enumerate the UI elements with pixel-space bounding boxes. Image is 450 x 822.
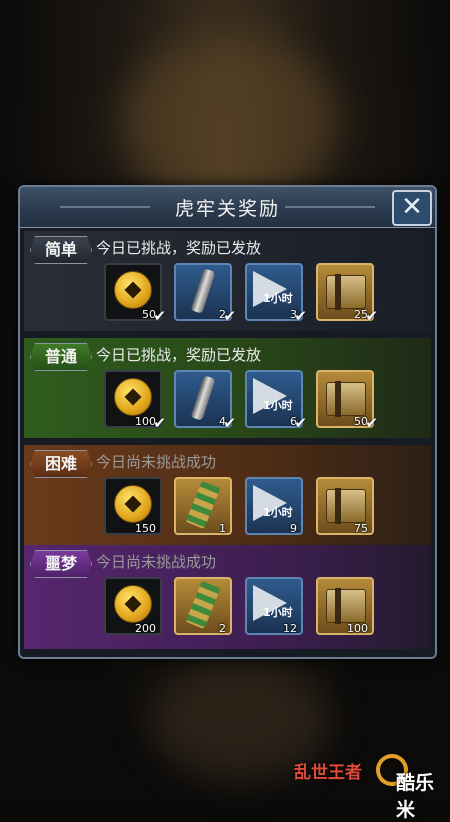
reward-item-coin[interactable]: 50 ✔ bbox=[104, 263, 166, 325]
reward-status: 今日已挑战，奖励已发放 bbox=[96, 239, 262, 257]
treasure-chest-icon bbox=[326, 274, 366, 310]
claimed-check-icon: ✔ bbox=[153, 414, 166, 432]
reward-item-chest[interactable]: 100 bbox=[316, 577, 374, 635]
item-count: 12 bbox=[283, 622, 297, 635]
reward-item-coin[interactable]: 100 ✔ bbox=[104, 370, 166, 432]
gold-coin-icon bbox=[114, 378, 152, 416]
claimed-check-icon: ✔ bbox=[223, 307, 236, 325]
reward-item-speedup[interactable]: 1小时 9 bbox=[245, 477, 303, 535]
gold-coin-icon bbox=[114, 485, 152, 523]
reward-item-chest[interactable]: 75 bbox=[316, 477, 374, 535]
item-count: 200 bbox=[135, 622, 156, 635]
dialog-title: 虎牢关奖励 bbox=[174, 198, 280, 220]
gold-coin-icon bbox=[114, 585, 152, 623]
reward-item-coin[interactable]: 150 bbox=[104, 477, 162, 535]
reward-item-speedup[interactable]: 1小时 6 ✔ bbox=[245, 370, 307, 432]
claimed-check-icon: ✔ bbox=[365, 414, 378, 432]
site-name: 酷乐米 bbox=[396, 772, 435, 821]
dialog-title-bar: 虎牢关奖励 ✕ bbox=[20, 187, 435, 228]
reward-status: 今日已挑战，奖励已发放 bbox=[96, 346, 262, 364]
reward-dialog: 虎牢关奖励 ✕ 简单 今日已挑战，奖励已发放 50 ✔ 2 ✔ 1小时 3 ✔ bbox=[18, 185, 437, 659]
speedup-duration: 1小时 bbox=[263, 292, 293, 305]
difficulty-section-normal: 普通 今日已挑战，奖励已发放 100 ✔ 4 ✔ 1小时 6 ✔ 50 ✔ bbox=[24, 338, 431, 438]
difficulty-section-hard: 困难 今日尚未挑战成功 150 1 1小时 9 75 bbox=[24, 445, 431, 545]
watermark: 乱世王者 酷乐米 bbox=[294, 752, 444, 821]
gold-scroll-icon bbox=[185, 480, 221, 530]
reward-item-gold-scroll[interactable]: 1 bbox=[174, 477, 232, 535]
background-blur bbox=[120, 40, 340, 200]
reward-items: 200 2 1小时 12 100 bbox=[104, 577, 434, 637]
claimed-check-icon: ✔ bbox=[365, 307, 378, 325]
reward-items: 50 ✔ 2 ✔ 1小时 3 ✔ 25 ✔ bbox=[104, 263, 434, 325]
treasure-chest-icon bbox=[326, 488, 366, 524]
reward-status: 今日尚未挑战成功 bbox=[96, 453, 217, 471]
gold-coin-icon bbox=[114, 271, 152, 309]
reward-item-scroll[interactable]: 2 ✔ bbox=[174, 263, 236, 325]
item-count: 2 bbox=[219, 622, 226, 635]
claimed-check-icon: ✔ bbox=[153, 307, 166, 325]
speedup-duration: 1小时 bbox=[263, 399, 293, 412]
item-count: 100 bbox=[347, 622, 368, 635]
scroll-icon bbox=[190, 268, 216, 314]
treasure-chest-icon bbox=[326, 588, 366, 624]
difficulty-section-easy: 简单 今日已挑战，奖励已发放 50 ✔ 2 ✔ 1小时 3 ✔ 25 ✔ bbox=[24, 231, 431, 331]
reward-items: 100 ✔ 4 ✔ 1小时 6 ✔ 50 ✔ bbox=[104, 370, 434, 432]
reward-item-gold-scroll[interactable]: 2 bbox=[174, 577, 232, 635]
speedup-duration: 1小时 bbox=[263, 506, 293, 519]
claimed-check-icon: ✔ bbox=[223, 414, 236, 432]
speedup-duration: 1小时 bbox=[263, 606, 293, 619]
scroll-icon bbox=[190, 375, 216, 421]
reward-status: 今日尚未挑战成功 bbox=[96, 553, 217, 571]
game-logo: 乱世王者 bbox=[294, 763, 362, 783]
reward-item-chest[interactable]: 25 ✔ bbox=[316, 263, 378, 325]
close-button[interactable]: ✕ bbox=[392, 190, 432, 226]
reward-items: 150 1 1小时 9 75 bbox=[104, 477, 434, 537]
difficulty-section-nightmare: 噩梦 今日尚未挑战成功 200 2 1小时 12 100 bbox=[24, 545, 431, 649]
reward-item-scroll[interactable]: 4 ✔ bbox=[174, 370, 236, 432]
item-count: 150 bbox=[135, 522, 156, 535]
item-count: 75 bbox=[354, 522, 368, 535]
item-count: 1 bbox=[219, 522, 226, 535]
difficulty-badge: 简单 bbox=[30, 236, 92, 264]
claimed-check-icon: ✔ bbox=[294, 307, 307, 325]
gold-scroll-icon bbox=[185, 580, 221, 630]
claimed-check-icon: ✔ bbox=[294, 414, 307, 432]
difficulty-badge: 困难 bbox=[30, 450, 92, 478]
difficulty-badge: 噩梦 bbox=[30, 550, 92, 578]
reward-item-speedup[interactable]: 1小时 3 ✔ bbox=[245, 263, 307, 325]
treasure-chest-icon bbox=[326, 381, 366, 417]
reward-item-chest[interactable]: 50 ✔ bbox=[316, 370, 378, 432]
reward-item-coin[interactable]: 200 bbox=[104, 577, 162, 635]
item-count: 9 bbox=[290, 522, 297, 535]
reward-item-speedup[interactable]: 1小时 12 bbox=[245, 577, 303, 635]
difficulty-badge: 普通 bbox=[30, 343, 92, 371]
